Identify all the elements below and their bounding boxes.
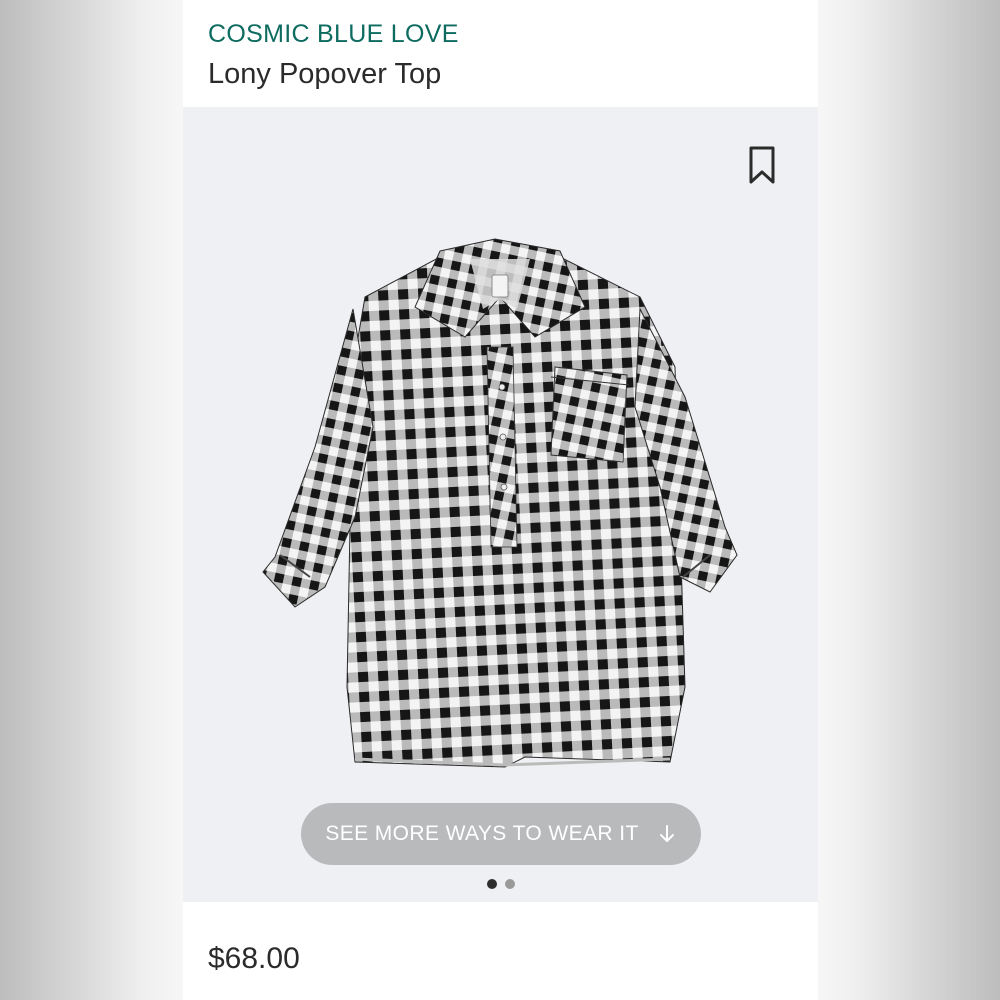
- see-more-ways-button[interactable]: SEE MORE WAYS TO WEAR IT: [301, 803, 701, 865]
- product-price: $68.00: [208, 942, 300, 975]
- product-header: COSMIC BLUE LOVE Lony Popover Top: [183, 0, 818, 107]
- product-card: COSMIC BLUE LOVE Lony Popover Top SEE MO…: [183, 0, 818, 1000]
- product-image-area[interactable]: SEE MORE WAYS TO WEAR IT: [183, 107, 818, 902]
- arrow-down-icon: [659, 825, 674, 842]
- product-title: Lony Popover Top: [208, 58, 442, 90]
- product-footer: $68.00: [183, 902, 818, 1000]
- carousel-dot-2[interactable]: [504, 879, 515, 889]
- product-photo: [262, 238, 738, 768]
- carousel-indicator: [183, 879, 818, 891]
- see-more-ways-label: SEE MORE WAYS TO WEAR IT: [325, 822, 639, 845]
- brand-name[interactable]: COSMIC BLUE LOVE: [208, 20, 459, 49]
- carousel-dot-1[interactable]: [486, 879, 497, 889]
- bookmark-icon[interactable]: [747, 145, 777, 185]
